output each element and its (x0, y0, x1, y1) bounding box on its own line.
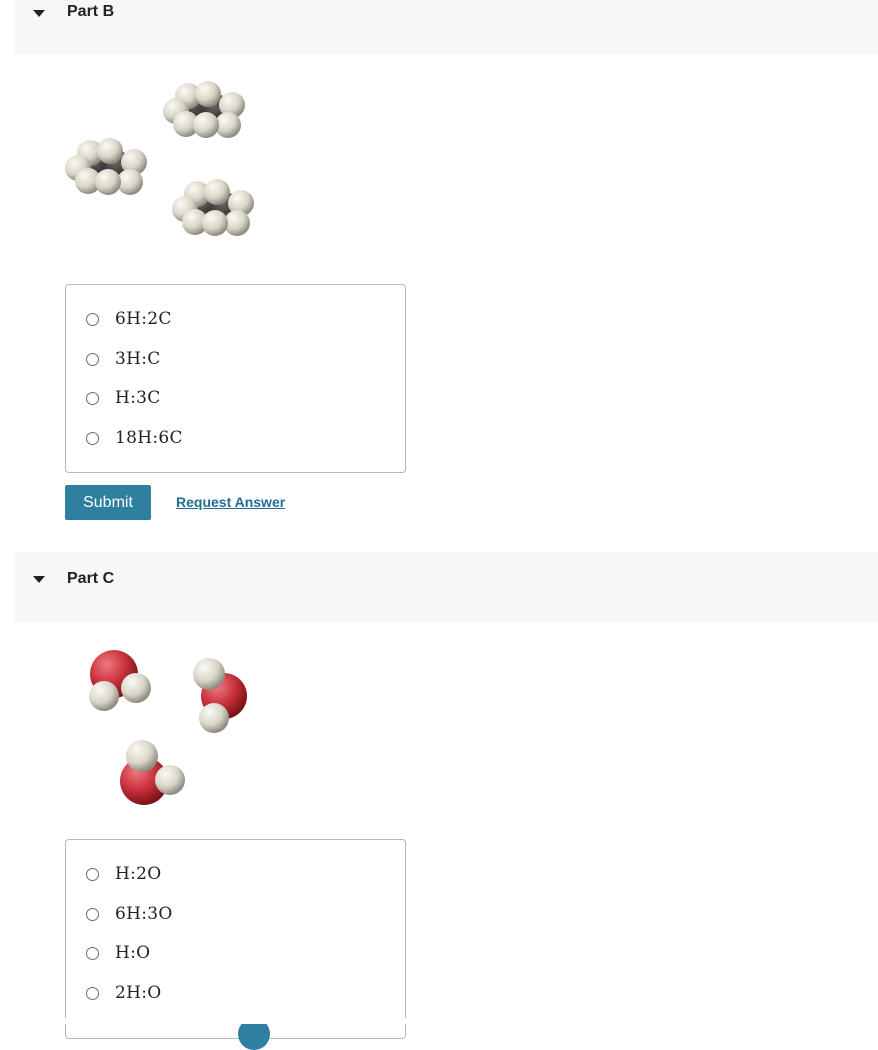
part-b-header[interactable]: Part B (15, 0, 878, 54)
option-c-1[interactable]: H:2O (66, 859, 405, 899)
option-label: H:3C (115, 388, 161, 408)
radio-unchecked-icon[interactable] (86, 947, 99, 960)
radio-unchecked-icon[interactable] (86, 431, 99, 445)
ethane-molecule-3 (172, 179, 254, 236)
option-b-2[interactable]: 3H:C (66, 344, 405, 384)
option-label: H:2O (115, 864, 162, 884)
option-label: 3H:C (115, 348, 161, 369)
water-molecule-1 (89, 650, 151, 711)
option-c-2[interactable]: 6H:3O (66, 899, 405, 939)
part-b-options: 6H:2C 3H:C H:3C 18H:6C (65, 284, 406, 473)
option-label: 6H:3O (115, 903, 173, 924)
radio-unchecked-icon[interactable] (86, 313, 99, 326)
page-bottom-edge (0, 1018, 878, 1024)
part-c-header[interactable]: Part C (15, 552, 878, 622)
radio-unchecked-icon[interactable] (86, 868, 99, 881)
ethane-molecule-2 (65, 138, 147, 195)
option-b-4[interactable]: 18H:6C (66, 423, 405, 463)
water-molecules-image (89, 650, 247, 805)
radio-unchecked-icon[interactable] (86, 986, 99, 1000)
option-label: 2H:O (115, 982, 162, 1003)
water-molecule-2 (193, 658, 247, 733)
option-c-3[interactable]: H:O (66, 938, 405, 978)
caret-down-icon[interactable] (33, 576, 45, 583)
part-c-title: Part C (67, 570, 115, 587)
submit-button[interactable]: Submit (65, 485, 151, 520)
radio-unchecked-icon[interactable] (86, 392, 99, 405)
part-c-options: H:2O 6H:3O H:O 2H:O (65, 839, 406, 1039)
ethane-molecules-image (65, 81, 254, 236)
option-label: 6H:2C (115, 309, 172, 329)
water-molecule-3 (120, 740, 185, 805)
option-b-3[interactable]: H:3C (66, 383, 405, 423)
option-label: H:O (115, 943, 151, 963)
caret-down-icon[interactable] (33, 10, 45, 17)
option-c-4[interactable]: 2H:O (66, 978, 405, 1018)
option-label: 18H:6C (115, 427, 183, 448)
option-b-1[interactable]: 6H:2C (66, 304, 405, 344)
request-answer-link[interactable]: Request Answer (176, 494, 285, 510)
radio-unchecked-icon[interactable] (86, 907, 99, 921)
radio-unchecked-icon[interactable] (86, 352, 99, 366)
ethane-molecule-1 (163, 81, 245, 138)
part-b-title: Part B (67, 3, 115, 20)
